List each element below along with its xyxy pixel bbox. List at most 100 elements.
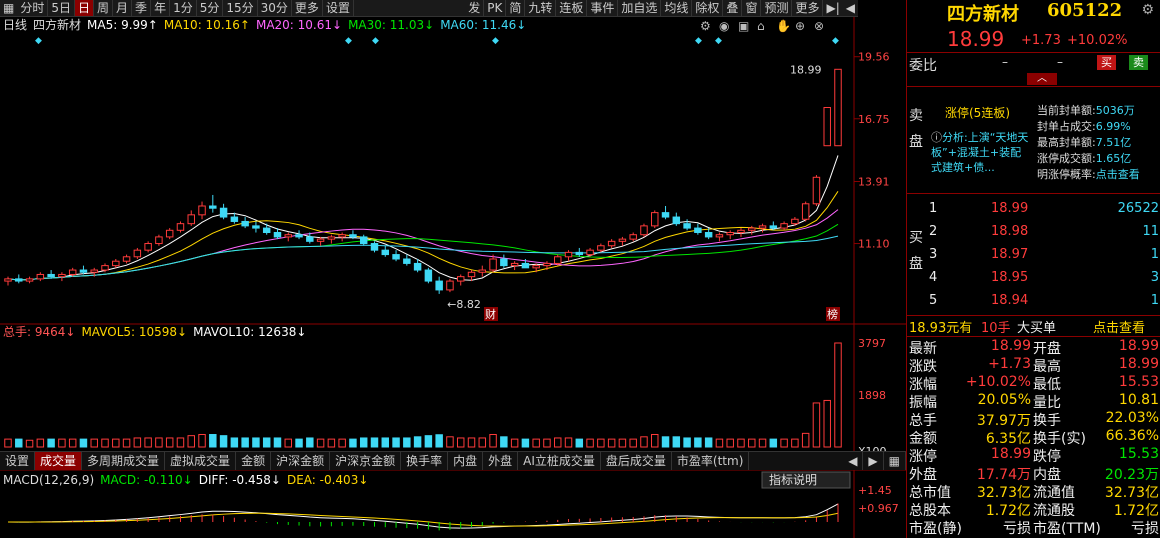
volume-bar[interactable] [381, 437, 390, 448]
candle[interactable] [338, 234, 346, 238]
volume-bar[interactable] [532, 438, 540, 448]
home-icon[interactable]: ⌂ [757, 19, 765, 33]
candle[interactable] [629, 234, 637, 240]
volume-bar[interactable] [769, 438, 778, 448]
menu-icon[interactable]: ▦ [0, 0, 17, 16]
tool-button[interactable]: 发 [465, 0, 485, 16]
candle[interactable] [25, 278, 34, 282]
volume-bar[interactable] [230, 437, 239, 448]
candle[interactable] [640, 225, 648, 236]
volume-bar[interactable] [467, 437, 476, 448]
skip-icon[interactable]: ▶| [823, 0, 842, 16]
candle[interactable] [370, 243, 379, 251]
volume-bar[interactable] [403, 437, 411, 448]
candle[interactable] [823, 107, 831, 147]
volume-bar[interactable] [273, 437, 282, 448]
indicator-tab[interactable]: 虚拟成交量 [165, 452, 237, 470]
period-tab[interactable]: 15分 [223, 0, 258, 16]
candle[interactable] [467, 271, 476, 278]
volume-bar[interactable] [262, 437, 271, 448]
period-tab[interactable]: 更多 [292, 0, 323, 16]
volume-bar[interactable] [823, 399, 831, 448]
volume-bar[interactable] [640, 436, 648, 448]
period-tab[interactable]: 日 [75, 0, 95, 16]
candle[interactable] [230, 216, 239, 222]
candle[interactable] [737, 229, 745, 234]
volume-bar[interactable] [165, 437, 174, 448]
volume-bar[interactable] [704, 437, 713, 448]
volume-bar[interactable] [219, 435, 228, 448]
buy-level-row[interactable]: 3 18.97 1 [927, 244, 1160, 267]
candle[interactable] [651, 212, 659, 227]
volume-bar[interactable] [252, 437, 260, 448]
volume-bar[interactable] [694, 437, 702, 448]
collapse-chevron-icon[interactable]: ︿ [1027, 73, 1057, 85]
candle[interactable] [532, 265, 540, 269]
volume-bar[interactable] [489, 434, 497, 448]
candle[interactable] [144, 243, 152, 251]
event-diamond-icon[interactable]: ◆ [372, 36, 379, 46]
candle[interactable] [500, 258, 508, 267]
candle[interactable] [758, 225, 767, 229]
volume-bar[interactable] [392, 437, 400, 448]
volume-bar[interactable] [209, 434, 217, 448]
tool-button[interactable]: 均线 [661, 0, 693, 16]
volume-bar[interactable] [306, 437, 314, 448]
volume-bar[interactable] [575, 438, 584, 448]
hand-icon[interactable]: ✋ [776, 19, 791, 33]
candle[interactable] [381, 249, 390, 256]
candle[interactable] [36, 273, 45, 280]
candle[interactable] [424, 269, 433, 282]
volume-bar[interactable] [672, 436, 681, 448]
volume-bar[interactable] [370, 437, 379, 448]
indicator-tab[interactable]: 设置 [0, 452, 36, 470]
volume-bar[interactable] [661, 436, 670, 448]
candle[interactable] [58, 273, 66, 278]
indicator-tab[interactable]: AI立桩成交量 [518, 452, 601, 470]
volume-bar[interactable] [629, 438, 637, 448]
candle[interactable] [187, 214, 195, 225]
volume-bar[interactable] [241, 437, 249, 448]
volume-bar[interactable] [500, 436, 508, 448]
volume-bar[interactable] [597, 438, 605, 448]
volume-bar[interactable] [478, 437, 487, 448]
period-tab[interactable]: 5分 [197, 0, 224, 16]
candle[interactable] [68, 269, 77, 275]
tool-button[interactable]: 加自选 [618, 0, 662, 16]
volume-bar[interactable] [79, 438, 88, 448]
tool-button[interactable]: 除权 [692, 0, 724, 16]
volume-bar[interactable] [122, 438, 131, 448]
indicator-tab[interactable]: 多周期成交量 [82, 452, 166, 470]
volume-bar[interactable] [564, 437, 573, 448]
candle[interactable] [554, 256, 562, 264]
candle[interactable] [176, 223, 185, 231]
candle[interactable] [661, 212, 670, 218]
candle[interactable] [262, 227, 271, 233]
candle[interactable] [801, 203, 810, 220]
period-tab[interactable]: 设置 [323, 0, 354, 16]
gear-icon[interactable]: ⚙ [700, 19, 711, 33]
candle[interactable] [510, 262, 519, 267]
volume-bar[interactable] [801, 432, 810, 448]
volume-bar[interactable] [25, 439, 34, 448]
event-diamond-icon[interactable]: ◆ [832, 36, 839, 46]
volume-bar[interactable] [359, 437, 368, 448]
candle[interactable] [273, 232, 282, 238]
volume-bar[interactable] [424, 435, 433, 448]
candle[interactable] [47, 273, 55, 278]
candle[interactable] [683, 223, 691, 229]
candle[interactable] [564, 251, 573, 258]
indicator-tab[interactable]: 内盘 [448, 452, 484, 470]
buy-level-row[interactable]: 4 18.95 3 [927, 267, 1160, 290]
volume-bar[interactable] [780, 438, 788, 448]
buy-level-row[interactable]: 1 18.99 26522 [927, 198, 1160, 221]
buy-button[interactable]: 买 [1097, 55, 1116, 70]
candle[interactable] [392, 254, 400, 260]
candle[interactable] [90, 269, 98, 273]
sell-button[interactable]: 卖 [1129, 55, 1148, 70]
candle[interactable] [15, 278, 23, 282]
volume-bar[interactable] [510, 438, 519, 448]
candle[interactable] [435, 280, 443, 291]
candle[interactable] [446, 280, 454, 291]
candle[interactable] [478, 269, 487, 273]
